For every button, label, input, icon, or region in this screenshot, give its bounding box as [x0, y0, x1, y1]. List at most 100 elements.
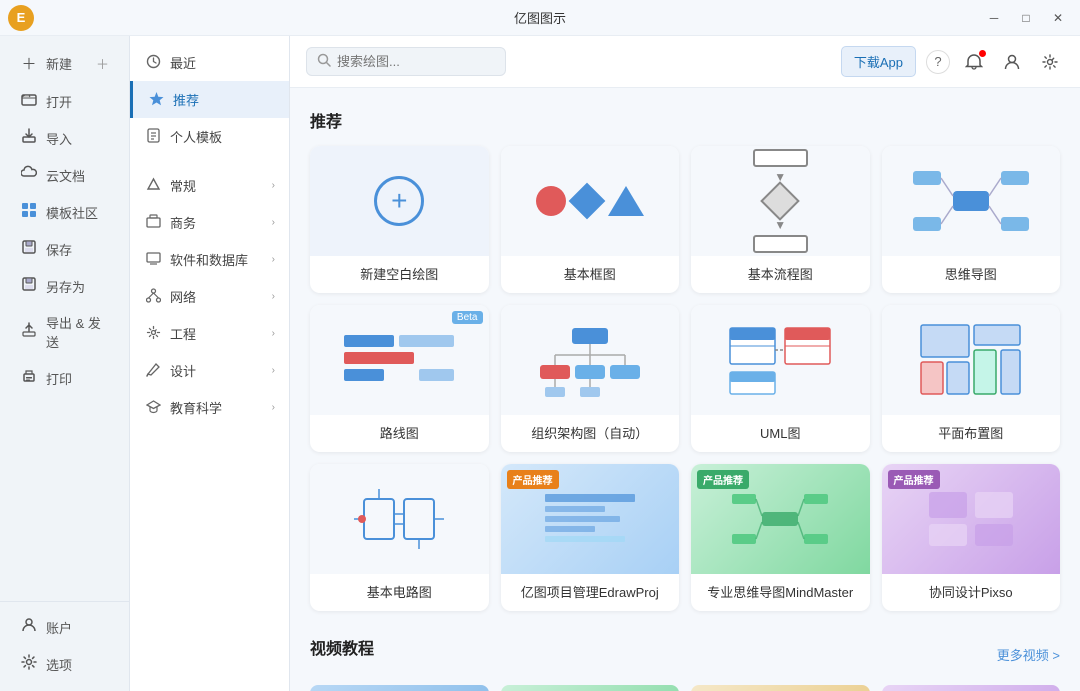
template-route[interactable]: Beta 路线图 [310, 305, 489, 452]
sidebar-label-print: 打印 [46, 369, 72, 388]
more-videos-link[interactable]: 更多视频 > [997, 645, 1060, 664]
help-button[interactable]: ? [926, 50, 950, 74]
template-new-blank[interactable]: + 新建空白绘图 [310, 146, 489, 293]
toolbar-right: 下载App ? [841, 46, 1064, 77]
template-floor-plan[interactable]: 平面布置图 [882, 305, 1061, 452]
template-label-circuit: 基本电路图 [310, 574, 489, 611]
circle-shape [536, 186, 566, 216]
template-label-floor-plan: 平面布置图 [882, 415, 1061, 452]
search-box[interactable] [306, 47, 506, 76]
template-preview-basic-flow: ▼ ▼ [691, 146, 870, 256]
nav-label-education: 教育科学 [170, 398, 264, 417]
promo-badge-mind: 产品推荐 [697, 470, 749, 489]
video-grid: 马上收录导航 [310, 685, 1060, 691]
main-layout: ＋ 新建 ＋ 打开 导入 云文档 [0, 36, 1080, 691]
minimize-button[interactable]: ─ [980, 8, 1008, 28]
video-thumb-2 [501, 685, 680, 691]
template-label-mind-master: 专业思维导图MindMaster [691, 574, 870, 611]
video-card-1[interactable] [310, 685, 489, 691]
video-card-2[interactable] [501, 685, 680, 691]
maximize-button[interactable]: □ [1012, 8, 1040, 28]
sidebar-top: ＋ 新建 ＋ 打开 导入 云文档 [0, 44, 129, 601]
business-icon [144, 214, 162, 232]
business-arrow: › [272, 217, 275, 228]
nav-label-recommend: 推荐 [173, 90, 275, 109]
template-pixso[interactable]: 产品推荐 协同设计Pixso [882, 464, 1061, 611]
template-grid: + 新建空白绘图 基本框图 [310, 146, 1060, 611]
settings-button[interactable] [1036, 48, 1064, 76]
open-icon [20, 91, 38, 111]
download-app-button[interactable]: 下载App [841, 46, 916, 77]
sidebar-item-import[interactable]: 导入 [6, 120, 123, 156]
nav-item-network[interactable]: 网络 › [130, 278, 289, 315]
window-controls: ─ □ ✕ [980, 8, 1072, 28]
nav-item-education[interactable]: 教育科学 › [130, 389, 289, 426]
notification-button[interactable] [960, 48, 988, 76]
general-arrow: › [272, 180, 275, 191]
education-arrow: › [272, 402, 275, 413]
mind-master-thumbnail [730, 484, 830, 554]
template-org-chart[interactable]: 组织架构图（自动） [501, 305, 680, 452]
export-icon [20, 322, 38, 342]
nav-item-engineering[interactable]: 工程 › [130, 315, 289, 352]
nav-item-recommend[interactable]: 推荐 [130, 81, 289, 118]
sidebar-item-template-community[interactable]: 模板社区 [6, 194, 123, 230]
template-preview-edraw-proj: 产品推荐 [501, 464, 680, 574]
recommend-icon [147, 91, 165, 109]
template-preview-new-blank: + [310, 146, 489, 256]
floor-svg [916, 320, 1026, 400]
search-input[interactable] [337, 54, 495, 69]
sidebar-item-print[interactable]: 打印 [6, 360, 123, 396]
edraw-proj-thumbnail [540, 484, 640, 554]
sidebar-item-export[interactable]: 导出 & 发送 [6, 305, 123, 359]
template-preview-mind-master: 产品推荐 [691, 464, 870, 574]
content-area: 下载App ? 推荐 [290, 36, 1080, 691]
sidebar-label-import: 导入 [46, 129, 72, 148]
template-mind-map[interactable]: 思维导图 [882, 146, 1061, 293]
saveas-icon [20, 276, 38, 296]
template-mind-master[interactable]: 产品推荐 [691, 464, 870, 611]
title-bar: E 亿图图示 ─ □ ✕ [0, 0, 1080, 36]
template-community-icon [20, 202, 38, 222]
nav-item-business[interactable]: 商务 › [130, 204, 289, 241]
sidebar-item-options[interactable]: 选项 [6, 646, 123, 682]
nav-item-software[interactable]: 软件和数据库 › [130, 241, 289, 278]
close-button[interactable]: ✕ [1044, 8, 1072, 28]
sidebar-item-account[interactable]: 账户 [6, 609, 123, 645]
template-preview-route: Beta [310, 305, 489, 415]
template-uml[interactable]: UML图 [691, 305, 870, 452]
user-button[interactable] [998, 48, 1026, 76]
template-circuit[interactable]: 基本电路图 [310, 464, 489, 611]
sidebar-item-cloud[interactable]: 云文档 [6, 157, 123, 193]
sidebar-bottom: 账户 选项 [0, 601, 129, 683]
template-label-route: 路线图 [310, 415, 489, 452]
sidebar-item-save[interactable]: 保存 [6, 231, 123, 267]
sidebar-item-saveas[interactable]: 另存为 [6, 268, 123, 304]
sidebar-label-options: 选项 [46, 655, 72, 674]
network-icon [144, 288, 162, 306]
template-basic-flow[interactable]: ▼ ▼ 基本流程图 [691, 146, 870, 293]
nav-label-software: 软件和数据库 [170, 250, 264, 269]
print-icon [20, 368, 38, 388]
video-card-3[interactable] [691, 685, 870, 691]
sidebar-item-open[interactable]: 打开 [6, 83, 123, 119]
nav-item-recent[interactable]: 最近 [130, 44, 289, 81]
top-toolbar: 下载App ? [290, 36, 1080, 88]
sidebar-item-new[interactable]: ＋ 新建 ＋ [6, 45, 123, 82]
nav-item-personal[interactable]: 个人模板 [130, 118, 289, 155]
template-edraw-proj[interactable]: 产品推荐 亿图项目管理EdrawProj [501, 464, 680, 611]
org-svg [530, 320, 650, 400]
nav-label-general: 常规 [170, 176, 264, 195]
user-avatar[interactable]: E [8, 5, 34, 31]
circuit-svg [344, 479, 454, 559]
sidebar-label-save: 保存 [46, 240, 72, 259]
video-card-4[interactable]: 马上收录导航 [882, 685, 1061, 691]
template-basic-frame[interactable]: 基本框图 [501, 146, 680, 293]
template-preview-circuit [310, 464, 489, 574]
nav-item-design[interactable]: 设计 › [130, 352, 289, 389]
template-preview-org-chart [501, 305, 680, 415]
general-icon [144, 177, 162, 195]
sidebar-label-cloud: 云文档 [46, 166, 85, 185]
nav-item-general[interactable]: 常规 › [130, 167, 289, 204]
template-preview-mind-map [882, 146, 1061, 256]
